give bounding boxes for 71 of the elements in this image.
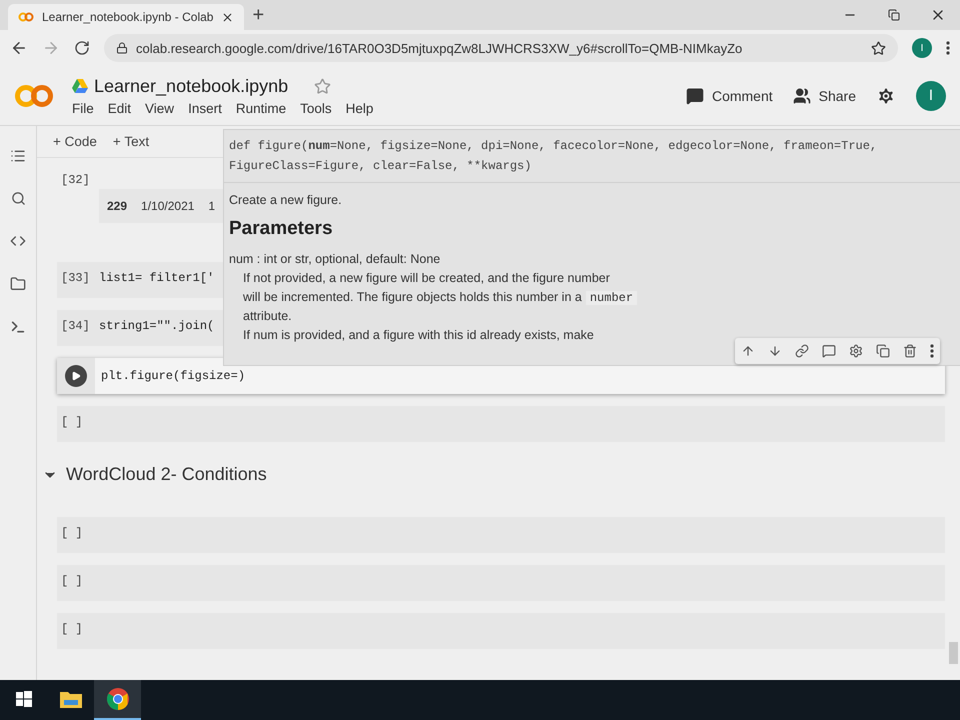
code-line: string1="".join( xyxy=(99,319,214,333)
windows-icon xyxy=(16,691,32,707)
run-button[interactable] xyxy=(65,365,87,387)
colab-logo xyxy=(14,82,54,108)
terminal-icon xyxy=(10,319,26,335)
copy-icon xyxy=(876,344,890,358)
empty-code-cell[interactable]: [ ] xyxy=(57,565,945,601)
folder-icon xyxy=(10,276,26,292)
comment-button[interactable]: Comment xyxy=(686,86,773,104)
menu-item[interactable]: Runtime xyxy=(236,100,286,116)
move-up-icon xyxy=(741,344,756,358)
share-button[interactable]: Share xyxy=(792,86,856,104)
empty-code-cell[interactable]: [ ] xyxy=(57,406,945,442)
search-icon xyxy=(10,191,26,206)
code-line: list1= filter1[' xyxy=(99,271,214,285)
comment-icon xyxy=(686,86,704,104)
forward-icon xyxy=(42,39,60,57)
lock-icon xyxy=(116,42,128,54)
parameters-heading: Parameters xyxy=(229,218,334,240)
section-heading: WordCloud 2- Conditions xyxy=(66,464,267,485)
settings-icon xyxy=(876,86,896,106)
cell-prompt: [33] xyxy=(61,271,91,285)
code-input[interactable]: plt.figure(figsize=) xyxy=(95,369,945,383)
more-icon xyxy=(930,344,934,358)
cell-prompt: [32] xyxy=(61,173,91,187)
menu-icon xyxy=(946,41,950,55)
address-bar[interactable]: colab.research.google.com/drive/16TAR0O3D5mjtuxpqZw8LJWHCRS3XW_y6#scrollTo=QMB-NIMkayZo xyxy=(104,34,898,62)
cell-prompt: [34] xyxy=(61,319,91,333)
settings-icon xyxy=(848,344,863,358)
trash-icon xyxy=(902,344,917,358)
star-icon xyxy=(314,78,332,94)
back-icon xyxy=(10,39,28,57)
description-text: Create a new figure. xyxy=(229,192,342,209)
parameter-text: will be incremented. The figure objects holds this number in a xyxy=(243,290,582,304)
chrome-icon xyxy=(106,688,128,710)
drive-icon xyxy=(72,79,88,93)
menu-item[interactable]: Help xyxy=(346,100,374,116)
add-code-button[interactable]: + Code xyxy=(53,134,97,149)
function-signature: def figure(num=None, figsize=None, dpi=None, facecolor=None, edgecolor=None, frameon=True, FigureClass=Figure, clear=False, **kwargs) xyxy=(224,130,960,183)
empty-code-cell[interactable]: [ ] xyxy=(57,517,945,553)
menu-item[interactable]: Edit xyxy=(108,100,132,116)
browser-tab[interactable]: Learner_notebook.ipynb - Colab xyxy=(8,4,244,30)
empty-code-cell[interactable]: [ ] xyxy=(57,613,945,649)
menu-item[interactable]: Tools xyxy=(300,100,332,116)
taskbar-button[interactable] xyxy=(94,680,141,720)
parameter-text: attribute. xyxy=(242,308,292,325)
scrollbar-thumb[interactable] xyxy=(949,642,958,664)
parameter-text: If num is provided, and a figure with this id already exists, make xyxy=(242,327,594,344)
add-text-button[interactable]: + Text xyxy=(112,134,150,149)
close-icon xyxy=(221,10,234,24)
inline-code: number xyxy=(586,291,638,305)
account-avatar[interactable]: I xyxy=(916,80,946,110)
move-down-icon xyxy=(768,344,782,358)
new-tab-button[interactable]: + xyxy=(252,4,264,26)
parameter-name: num : int or str, optional, default: None xyxy=(229,251,440,268)
menu-item[interactable]: View xyxy=(145,100,174,116)
profile-avatar[interactable]: I xyxy=(912,38,932,58)
folder-icon xyxy=(60,690,82,708)
play-icon xyxy=(71,371,81,381)
reload-icon xyxy=(74,40,90,56)
parameter-text: If not provided, a new figure will be created, and the figure number xyxy=(242,270,610,287)
colab-favicon xyxy=(18,12,34,22)
restore-icon xyxy=(888,9,900,21)
menu-item[interactable]: Insert xyxy=(188,100,222,116)
menu-item[interactable]: File xyxy=(72,100,94,116)
people-icon xyxy=(792,86,811,104)
link-icon xyxy=(795,344,810,358)
notebook-title[interactable]: Learner_notebook.ipynb xyxy=(94,76,288,96)
table-of-contents-icon xyxy=(10,148,26,164)
comment-icon xyxy=(822,344,836,358)
star-icon xyxy=(871,40,886,56)
